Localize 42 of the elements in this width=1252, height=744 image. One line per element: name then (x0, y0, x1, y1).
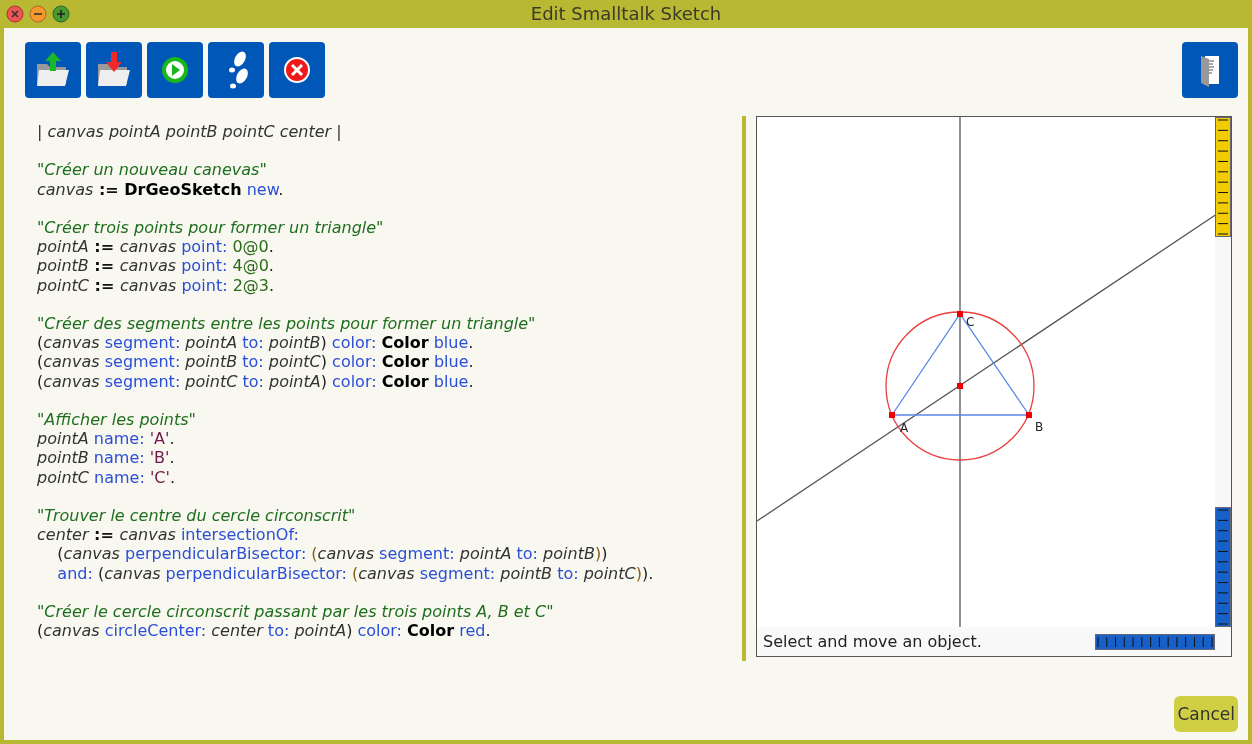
point-label: A (900, 421, 909, 435)
point-label: B (1035, 420, 1044, 434)
code-line: (canvas segment: pointC to: pointA) color: Color blue. (37, 371, 475, 391)
code-line: center := canvas intersectionOf: (37, 525, 300, 545)
stop-button[interactable] (269, 42, 325, 98)
code-line: (canvas segment: pointB to: pointC) color: Color blue. (37, 352, 475, 372)
close-icon[interactable] (6, 5, 24, 23)
code-comment: "Créer trois points pour former un triangle" (37, 218, 385, 238)
code-comment: "Trouver le centre du cercle circonscrit" (37, 506, 357, 526)
sketch-canvas[interactable]: A B C Select and move an object. (756, 116, 1232, 657)
minimize-icon[interactable] (29, 5, 47, 23)
play-button[interactable] (147, 42, 203, 98)
code-line: (canvas segment: pointA to: pointB) color: Color blue. (37, 333, 475, 353)
code-comment: "Créer des segments entre les points pour former un triangle" (37, 314, 537, 334)
code-line: canvas := DrGeoSketch new. (37, 179, 285, 199)
play-icon (161, 56, 189, 84)
code-line: pointC name: 'C'. (37, 467, 176, 487)
code-line: pointB := canvas point: 4@0. (37, 256, 275, 276)
code-line: | canvas pointA pointB pointC center | (37, 122, 343, 142)
point-label: C (966, 315, 975, 329)
save-folder-button[interactable] (86, 42, 142, 98)
exit-door-button[interactable] (1182, 42, 1238, 98)
stop-icon (283, 56, 311, 84)
open-folder-button[interactable] (25, 42, 81, 98)
code-comment: "Créer le cercle circonscrit passant par les trois points A, B et C" (37, 602, 555, 622)
code-line: (canvas circleCenter: center to: pointA) color: Color red. (37, 621, 492, 641)
point-marker[interactable] (1026, 412, 1032, 418)
code-line: and: (canvas perpendicularBisector: (canvas segment: pointB to: pointC)). (56, 563, 655, 583)
code-comment: "Créer un nouveau canevas" (37, 160, 268, 180)
maximize-icon[interactable] (52, 5, 70, 23)
point-marker[interactable] (889, 412, 895, 418)
code-line: pointC := canvas point: 2@3. (37, 275, 276, 295)
code-line: pointA := canvas point: 0@0. (37, 237, 275, 257)
code-comment: "Afficher les points" (37, 410, 197, 430)
code-line: pointB name: 'B'. (37, 448, 176, 468)
point-marker[interactable] (957, 311, 963, 317)
code-line: (canvas perpendicularBisector: (canvas segment: pointA to: pointB)) (56, 544, 609, 564)
code-line: pointA name: 'A'. (37, 429, 176, 449)
footsteps-button[interactable] (208, 42, 264, 98)
cancel-button[interactable]: Cancel (1174, 696, 1238, 732)
status-message: Select and move an object. (763, 632, 983, 651)
window-title: Edit Smalltalk Sketch (530, 3, 722, 24)
